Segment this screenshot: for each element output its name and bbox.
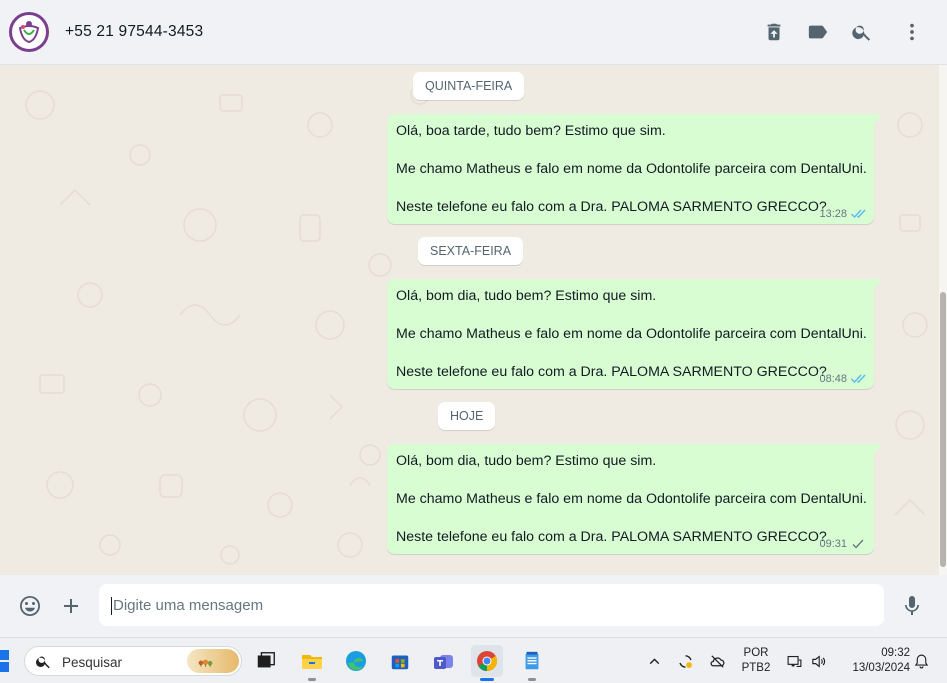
message-meta: 09:31 [819,538,866,550]
odontolife-logo-icon [18,21,40,44]
search-highlight-image [187,649,239,673]
microphone-icon[interactable] [899,593,925,619]
teams-icon[interactable] [428,645,460,677]
bubble-tail [874,279,882,289]
text-caret [111,597,112,615]
message-line: Olá, bom dia, tudo bem? Estimo que sim. [396,288,657,304]
outgoing-message[interactable]: Olá, boa tarde, tudo bem? Estimo que sim… [387,114,882,224]
language-code: POR [743,647,769,659]
microsoft-store-icon[interactable] [384,645,416,677]
bubble-tail [874,444,882,454]
message-input[interactable] [99,584,884,626]
chat-header: +55 21 97544-3453 [0,0,947,65]
search-label: Pesquisar [62,655,123,670]
message-time: 09:31 [819,538,847,550]
volume-icon[interactable] [809,652,827,670]
chrome-browser-icon[interactable] [471,645,503,681]
scrollbar-thumb[interactable] [940,292,946,567]
chat-area[interactable]: QUINTA-FEIRA Olá, boa tarde, tudo bem? E… [0,65,947,575]
double-check-read-icon [851,374,866,383]
message-time: 08:48 [819,373,847,385]
date-chip: SEXTA-FEIRA [418,237,524,265]
attach-plus-icon[interactable] [58,593,84,619]
menu-icon[interactable] [900,20,924,44]
windows-taskbar: Pesquisar POR PTB2 09:32 13/03/2024 [0,637,947,683]
message-line: Neste telefone eu falo com a Dra. PALOMA… [396,199,827,215]
message-line: Olá, boa tarde, tudo bem? Estimo que sim… [396,123,666,139]
message-line: Me chamo Matheus e falo em nome da Odont… [396,326,867,342]
single-check-sent-icon [852,539,864,549]
delete-icon[interactable] [762,20,786,44]
keyboard-layout: PTB2 [741,662,771,674]
message-line: Me chamo Matheus e falo em nome da Odont… [396,491,867,507]
double-check-read-icon [851,209,866,218]
clock[interactable]: 09:32 13/03/2024 [838,646,910,676]
message-composer [0,575,947,637]
notification-bell-icon[interactable] [912,652,930,670]
contact-avatar[interactable] [9,12,49,52]
network-icon[interactable] [785,652,803,670]
bubble-tail [874,114,882,124]
outgoing-message[interactable]: Olá, bom dia, tudo bem? Estimo que sim. … [387,279,882,389]
contact-name[interactable]: +55 21 97544-3453 [65,23,203,41]
date-chip: HOJE [438,402,496,430]
input-language[interactable]: POR PTB2 [738,646,774,676]
message-meta: 13:28 [819,208,866,220]
edge-browser-icon[interactable] [340,645,372,677]
date-chip: QUINTA-FEIRA [413,72,525,100]
message-meta: 08:48 [819,373,866,385]
message-line: Olá, bom dia, tudo bem? Estimo que sim. [396,453,657,469]
windows-start-icon[interactable] [0,650,12,672]
sync-warning-icon[interactable] [676,652,694,670]
message-line: Neste telefone eu falo com a Dra. PALOMA… [396,364,827,380]
task-view-icon[interactable] [250,645,282,677]
cloud-off-icon[interactable] [708,652,726,670]
message-time: 13:28 [819,208,847,220]
label-icon[interactable] [806,20,830,44]
chat-scrollbar[interactable] [939,65,947,575]
clock-date: 13/03/2024 [852,662,910,674]
message-line: Me chamo Matheus e falo em nome da Odont… [396,161,867,177]
notepad-icon[interactable] [516,645,548,681]
emoji-icon[interactable] [17,593,43,619]
taskbar-search[interactable]: Pesquisar [24,646,242,676]
outgoing-message[interactable]: Olá, bom dia, tudo bem? Estimo que sim. … [387,444,882,554]
file-explorer-icon[interactable] [296,645,328,681]
clock-time: 09:32 [881,647,910,659]
message-line: Neste telefone eu falo com a Dra. PALOMA… [396,529,827,545]
search-icon [36,656,50,669]
chevron-up-icon[interactable] [645,652,663,670]
search-icon[interactable] [850,20,874,44]
